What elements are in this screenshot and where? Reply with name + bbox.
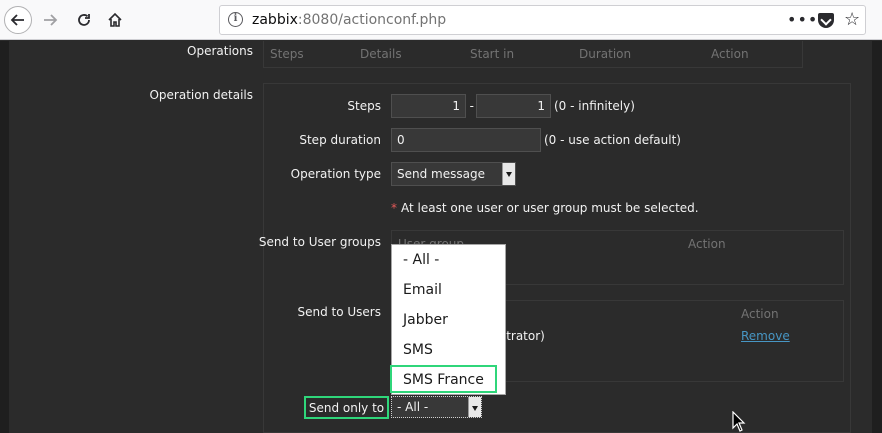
dropdown-option-jabber[interactable]: Jabber <box>392 305 505 335</box>
url-text[interactable]: zabbix:8080/actionconf.php <box>252 12 446 28</box>
arrow-left-icon <box>10 14 24 26</box>
required-notice: * At least one user or user group must be… <box>391 201 699 215</box>
steps-label: Steps <box>347 99 381 113</box>
right-margin <box>872 41 882 433</box>
left-margin <box>0 41 9 433</box>
dropdown-option-sms[interactable]: SMS <box>392 335 505 365</box>
operation-details-label: Operation details <box>149 88 253 102</box>
operations-label: Operations <box>187 44 253 58</box>
required-star: * <box>391 201 397 215</box>
dropdown-option-email[interactable]: Email <box>392 275 505 305</box>
operations-header-start-in: Start in <box>470 47 515 61</box>
send-only-to-dropdown: - All - Email Jabber SMS SMS France <box>390 244 506 395</box>
user-groups-action-header: Action <box>688 237 726 251</box>
browser-toolbar: i zabbix:8080/actionconf.php ••• ☆ <box>0 0 882 40</box>
mouse-cursor-icon <box>732 411 746 432</box>
steps-separator: - <box>469 99 474 113</box>
users-action-header: Action <box>741 307 779 321</box>
send-only-to-value: - All - <box>397 400 429 414</box>
bookmark-star-icon[interactable]: ☆ <box>844 9 860 30</box>
steps-from-input[interactable]: 1 <box>391 94 466 118</box>
steps-hint: (0 - infinitely) <box>554 99 635 113</box>
operations-header-action: Action <box>711 47 749 61</box>
operations-header-details: Details <box>360 47 402 61</box>
required-text: At least one user or user group must be … <box>401 201 699 215</box>
user-groups-label: Send to User groups <box>258 235 381 249</box>
operation-type-value: Send message <box>397 167 485 181</box>
step-duration-hint: (0 - use action default) <box>544 133 681 147</box>
operations-header-duration: Duration <box>579 47 632 61</box>
back-button[interactable] <box>4 6 32 34</box>
step-duration-label: Step duration <box>299 133 381 147</box>
send-only-to-label: Send only to <box>308 401 385 415</box>
operations-header-steps: Steps <box>270 47 304 61</box>
url-bar[interactable]: i zabbix:8080/actionconf.php ••• ☆ <box>219 5 866 35</box>
reload-icon <box>78 14 90 26</box>
send-only-to-select[interactable]: - All - <box>391 396 482 418</box>
home-button[interactable] <box>101 6 129 34</box>
home-icon <box>108 12 122 27</box>
chevron-down-icon[interactable] <box>468 397 481 417</box>
pocket-icon[interactable] <box>818 13 834 28</box>
user-remove-link[interactable]: Remove <box>741 329 790 343</box>
chevron-down-icon[interactable] <box>502 163 515 185</box>
arrow-right-icon <box>44 14 58 26</box>
page-actions-icon[interactable]: ••• <box>787 10 818 29</box>
dropdown-option-sms-france[interactable]: SMS France <box>390 365 497 393</box>
steps-to-input[interactable]: 1 <box>476 94 551 118</box>
dropdown-option-all[interactable]: - All - <box>392 245 505 275</box>
operation-type-label: Operation type <box>290 167 381 181</box>
reload-button[interactable] <box>70 6 98 34</box>
step-duration-input[interactable]: 0 <box>391 128 541 152</box>
info-icon[interactable]: i <box>228 12 243 27</box>
users-label: Send to Users <box>297 305 381 319</box>
forward-button[interactable] <box>36 6 64 34</box>
operations-table: Steps Details Start in Duration Action <box>263 41 803 68</box>
operation-type-select[interactable]: Send message <box>391 162 516 186</box>
